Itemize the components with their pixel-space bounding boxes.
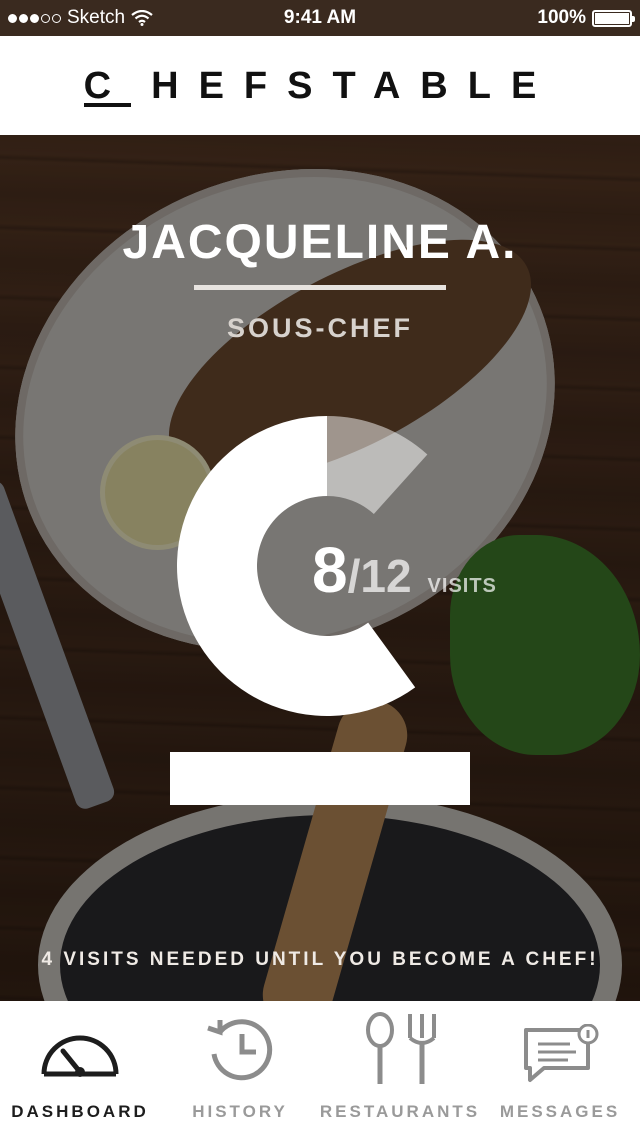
status-bar: Sketch 9:41 AM 100% <box>0 0 640 36</box>
history-clock-icon <box>207 1019 273 1081</box>
tab-dashboard-label: DASHBOARD <box>11 1102 149 1121</box>
logo-c-mark: C <box>83 64 132 107</box>
tab-restaurants[interactable]: RESTAURANTS <box>320 1001 480 1136</box>
tab-messages[interactable]: MESSAGES <box>480 1001 640 1136</box>
visit-unit: VISITS <box>427 575 497 597</box>
visit-total: /12 <box>347 550 412 602</box>
app-header: C HEFSTABLE <box>0 36 640 135</box>
battery-icon <box>592 9 635 27</box>
fork-spoon-icon <box>366 1012 436 1084</box>
battery-percent: 100% <box>537 7 586 28</box>
chefstable-logo: C HEFSTABLE <box>83 64 557 107</box>
message-badge-icon <box>524 1024 599 1082</box>
visit-counter: 8 /12 VISITS <box>312 533 497 607</box>
tab-history-label: HISTORY <box>192 1102 288 1121</box>
tab-dashboard[interactable]: DASHBOARD <box>0 1001 160 1136</box>
progress-ring-remaining <box>327 416 428 514</box>
tab-history[interactable]: HISTORY <box>160 1001 320 1136</box>
tab-bar: DASHBOARD HISTORY RESTAURANTS MESSAGES <box>0 1001 640 1136</box>
speedometer-icon <box>41 1035 119 1077</box>
visit-count: 8 <box>312 534 348 606</box>
tab-restaurants-label: RESTAURANTS <box>319 1102 481 1121</box>
tab-messages-label: MESSAGES <box>499 1102 621 1121</box>
progress-bar-block <box>170 752 470 805</box>
status-right: 100% <box>537 7 635 29</box>
hero-background-photo: JACQUELINE A. SOUS-CHEF 8 /12 VISITS 4 V… <box>0 135 640 1001</box>
logo-wordmark: HEFSTABLE <box>151 64 557 107</box>
visits-needed-message: 4 VISITS NEEDED UNTIL YOU BECOME A CHEF! <box>41 949 599 970</box>
